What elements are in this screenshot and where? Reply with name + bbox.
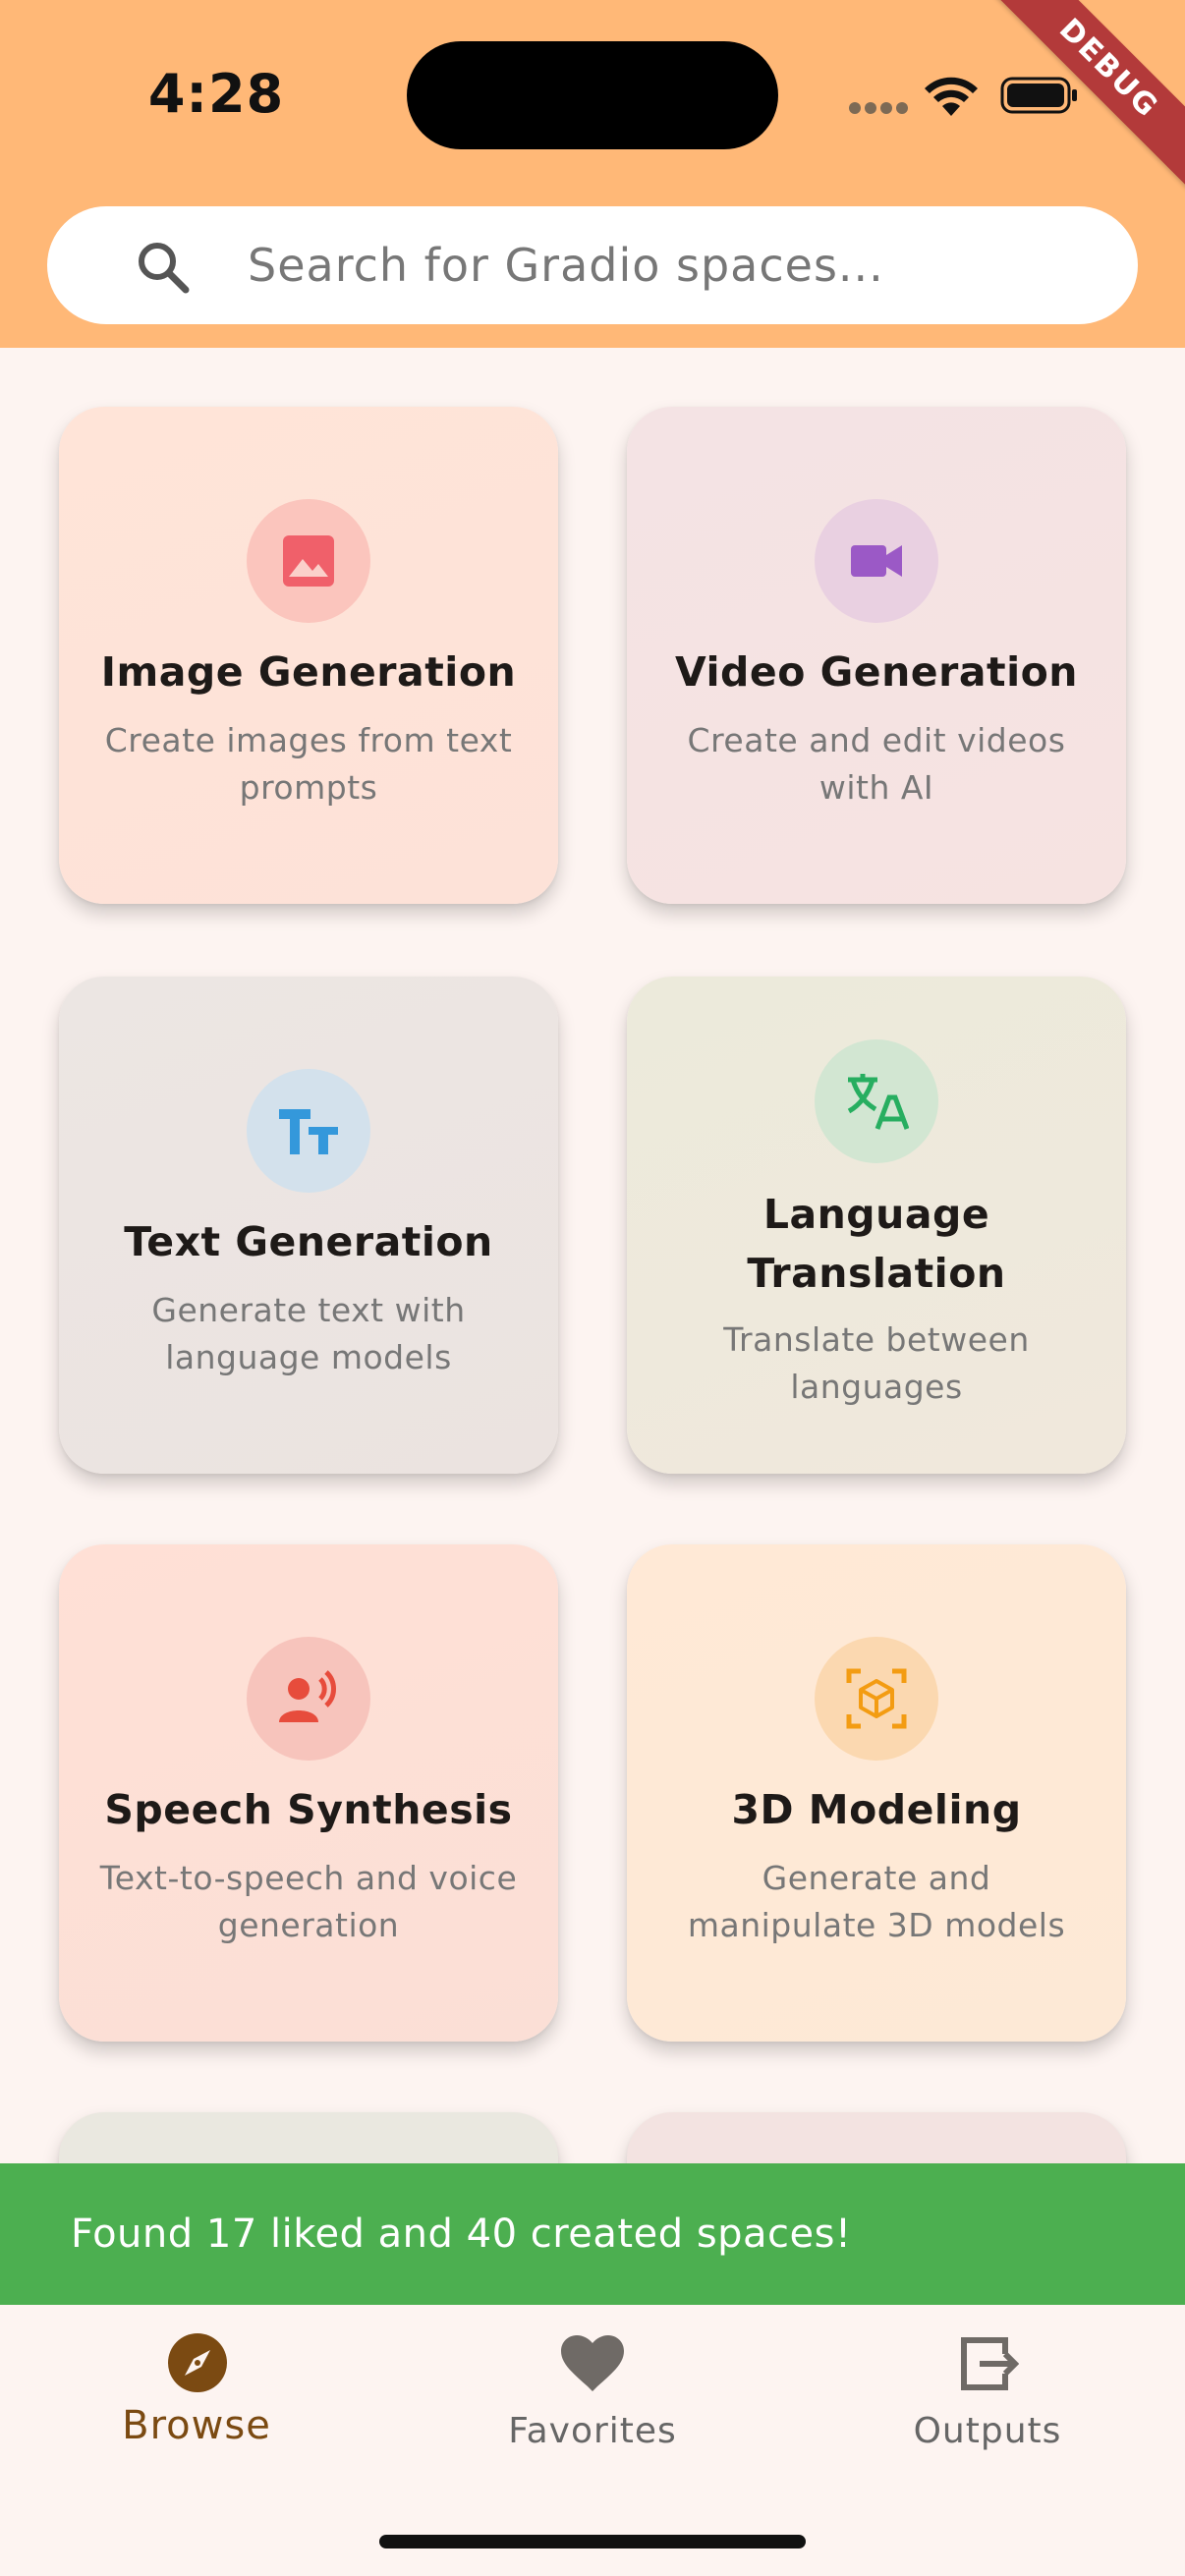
card-description: Translate between languages — [723, 1320, 1030, 1406]
explore-icon — [168, 2333, 227, 2392]
icon-badge — [247, 1637, 370, 1761]
translate-icon — [847, 1074, 909, 1130]
search-icon — [139, 243, 190, 294]
icon-badge — [247, 499, 370, 623]
nav-label: Browse — [122, 2403, 271, 2448]
card-description: Generate text with language models — [151, 1291, 466, 1376]
category-card-language-translation[interactable]: Language Translation Translate between l… — [627, 977, 1126, 1474]
card-description: Create and edit videos with AI — [687, 721, 1066, 807]
card-description: Text-to-speech and voice generation — [99, 1859, 518, 1944]
card-description: Generate and manipulate 3D models — [687, 1859, 1066, 1944]
nav-label: Favorites — [508, 2411, 677, 2451]
nav-label: Outputs — [913, 2411, 1062, 2451]
app-header: 4:28 DEBUG — [0, 0, 1185, 348]
videocam-icon — [851, 545, 902, 577]
view-in-ar-icon — [846, 1668, 907, 1729]
card-title: Text Generation — [124, 1218, 493, 1265]
category-card-speech-synthesis[interactable]: Speech Synthesis Text-to-speech and voic… — [59, 1544, 558, 2042]
battery-icon — [1000, 77, 1077, 114]
card-title: Language Translation — [747, 1191, 1006, 1297]
card-title: Image Generation — [100, 648, 517, 696]
dynamic-island — [407, 41, 778, 149]
nav-item-browse[interactable]: Browse — [49, 2305, 344, 2501]
icon-badge — [815, 1039, 938, 1163]
record-voice-icon — [279, 1670, 336, 1722]
card-title: Video Generation — [674, 648, 1078, 696]
heart-icon — [561, 2335, 624, 2391]
category-card-video-generation[interactable]: Video Generation Create and edit videos … — [627, 407, 1126, 904]
category-card-3d-modeling[interactable]: 3D Modeling Generate and manipulate 3D m… — [627, 1544, 1126, 2042]
snackbar-message: Found 17 liked and 40 created spaces! — [0, 2163, 1185, 2305]
status-time: 4:28 — [147, 63, 285, 125]
status-bar: 4:28 DEBUG — [0, 0, 1185, 193]
cellular-signal-icon — [849, 102, 908, 116]
card-title: Speech Synthesis — [104, 1786, 513, 1833]
category-card-image-generation[interactable]: Image Generation Create images from text… — [59, 407, 558, 904]
category-card-text-generation[interactable]: Text Generation Generate text with langu… — [59, 977, 558, 1474]
wifi-icon — [925, 77, 978, 116]
icon-badge — [815, 1637, 938, 1761]
icon-badge — [247, 1069, 370, 1193]
nav-item-favorites[interactable]: Favorites — [445, 2305, 740, 2501]
image-icon — [283, 535, 334, 587]
card-description: Create images from text prompts — [104, 721, 513, 807]
output-icon — [961, 2337, 1019, 2390]
search-bar[interactable] — [47, 206, 1138, 324]
search-input[interactable] — [248, 206, 1112, 324]
card-title: 3D Modeling — [731, 1786, 1022, 1833]
text-fields-icon — [279, 1109, 338, 1154]
icon-badge — [815, 499, 938, 623]
nav-item-outputs[interactable]: Outputs — [840, 2305, 1135, 2501]
home-indicator — [379, 2535, 806, 2548]
